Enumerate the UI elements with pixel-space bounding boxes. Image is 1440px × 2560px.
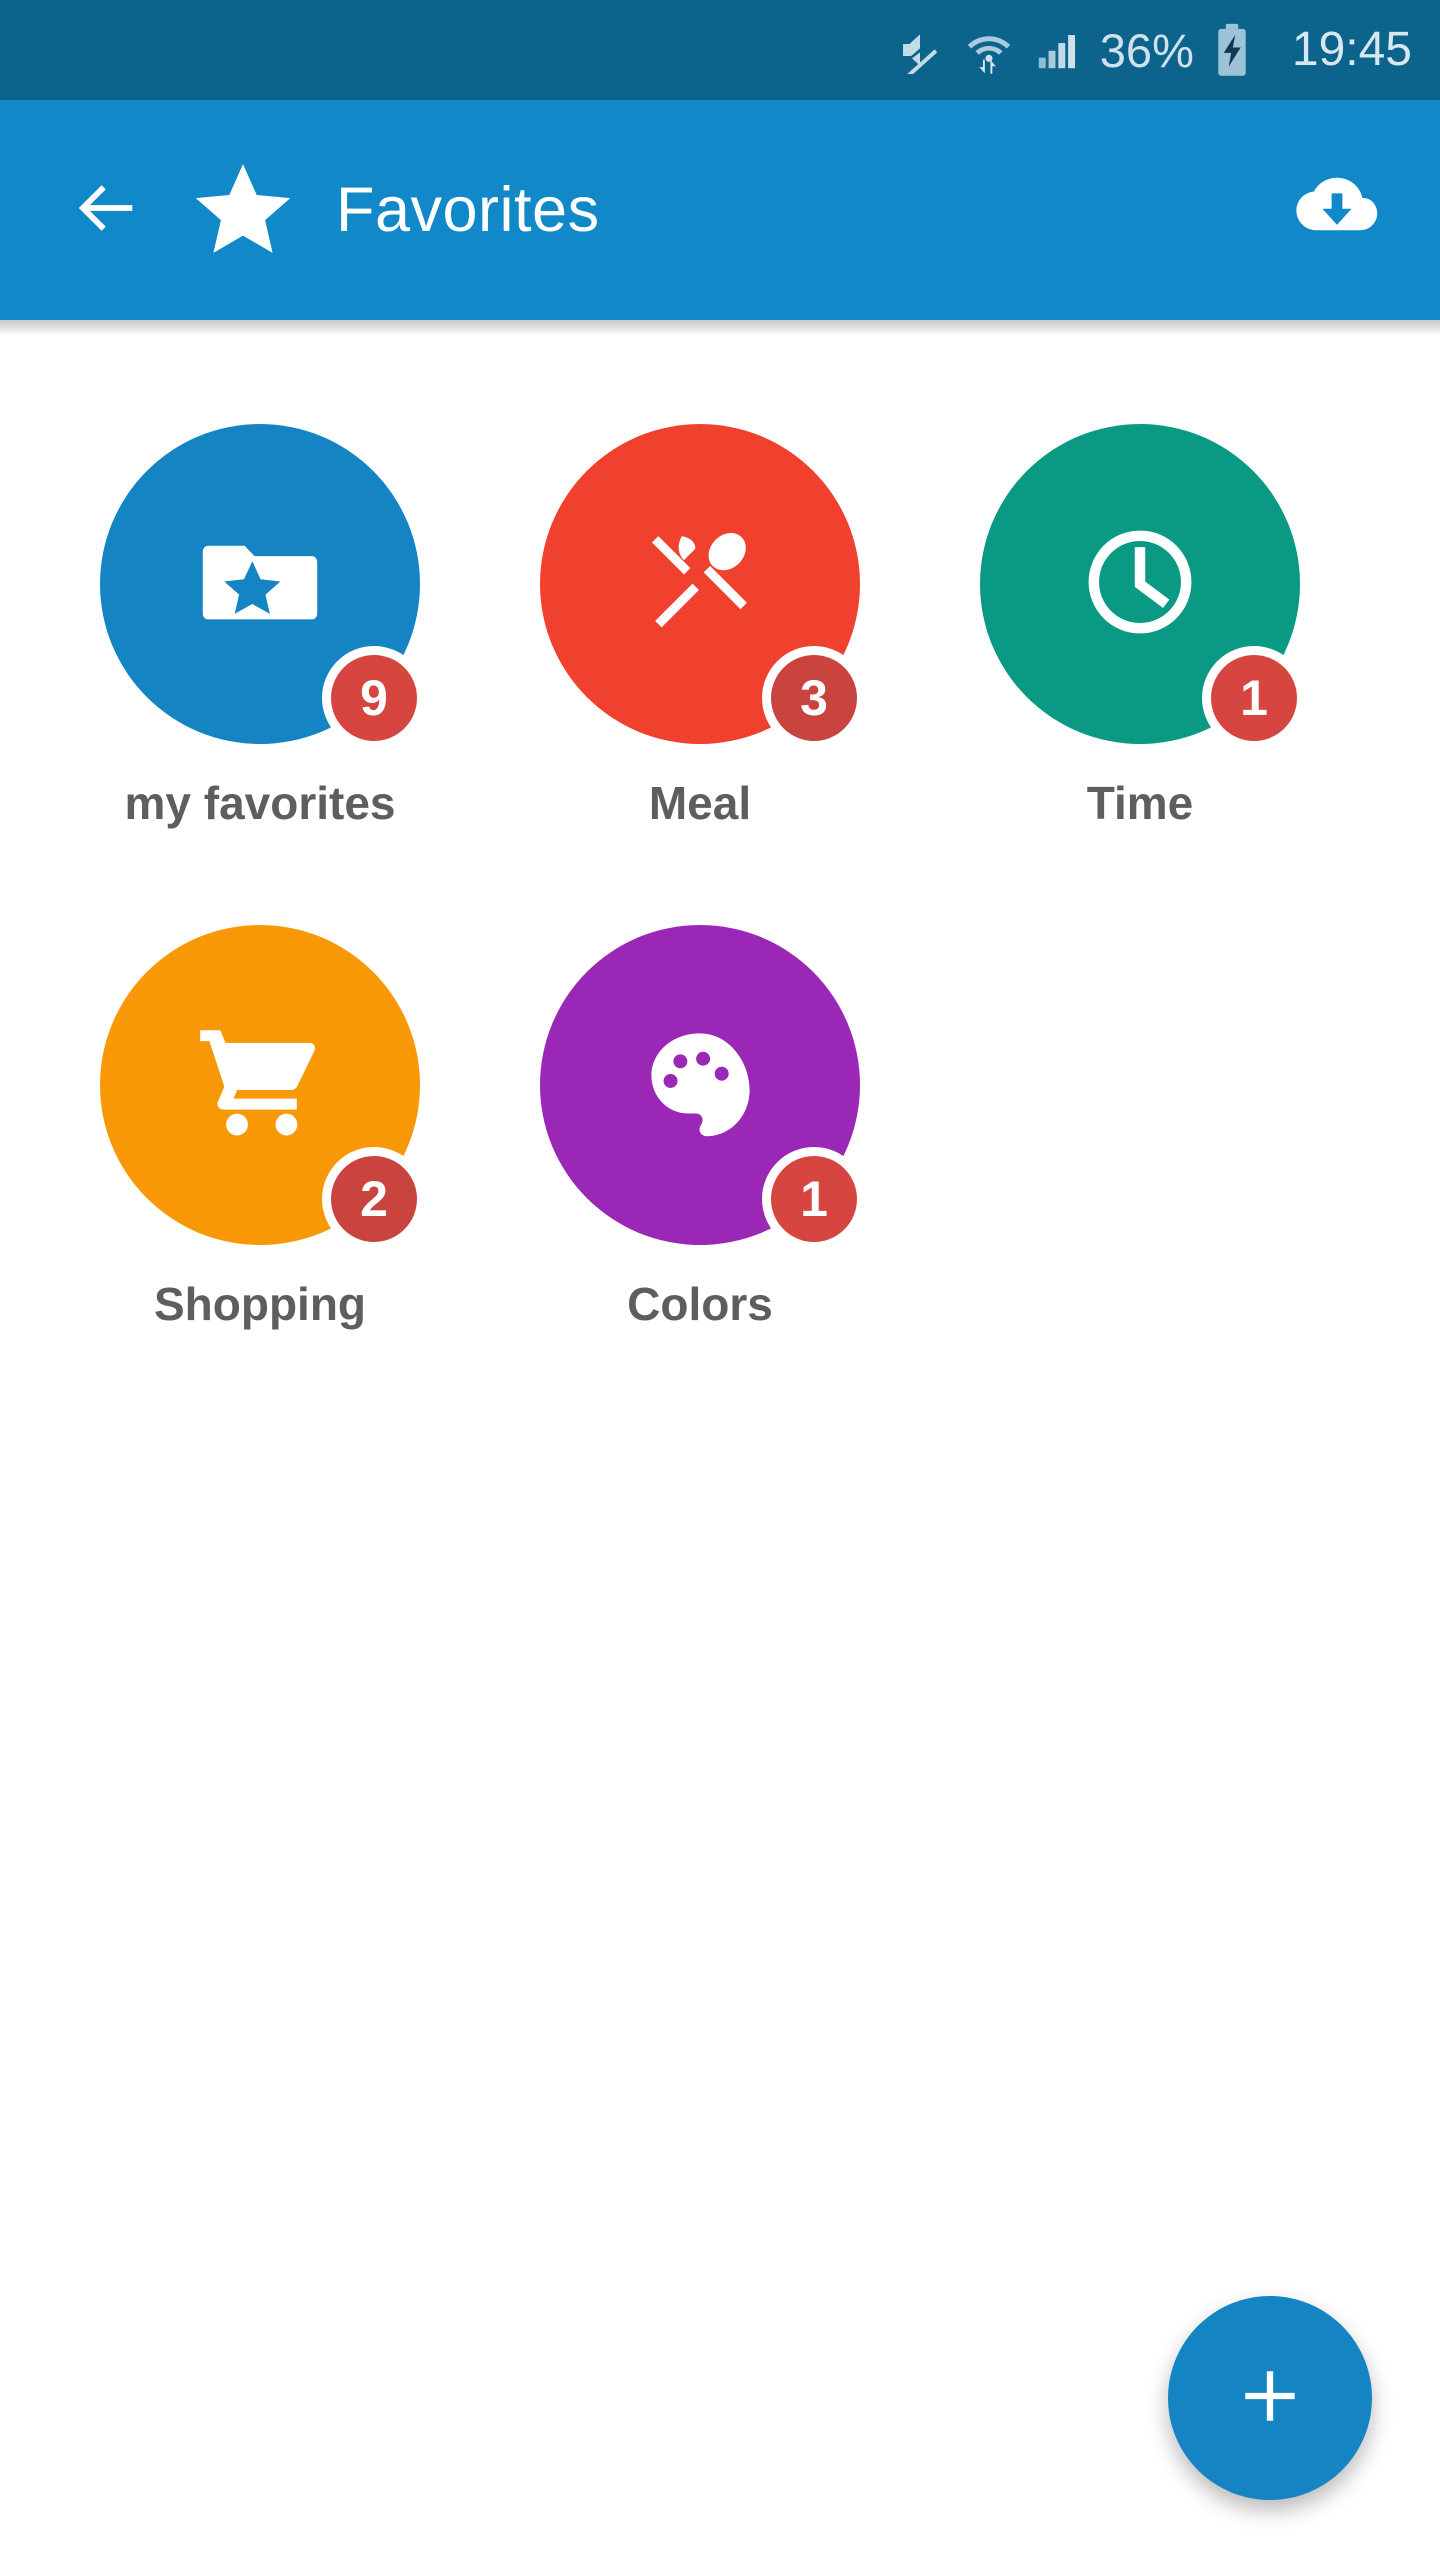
back-button[interactable] (62, 165, 152, 255)
content-area: 9 my favorites 3 Meal 1 Time 2 Shopping … (0, 336, 1440, 2560)
badge-label: 3 (800, 670, 828, 726)
grid-item-label: Shopping (153, 1277, 367, 1330)
download-button[interactable] (1282, 155, 1392, 265)
circle-wrapper: 1 (540, 924, 866, 1251)
badge-label: 2 (360, 1170, 388, 1227)
badge-count: 1 (762, 1146, 866, 1251)
grid-item-time[interactable]: 1 Time (920, 424, 1360, 829)
badge-label: 1 (1240, 670, 1268, 726)
badge-count: 2 (322, 1146, 426, 1251)
clock-icon (1074, 516, 1206, 653)
battery-percent-label: 36% (1099, 23, 1194, 77)
mute-icon (896, 26, 944, 74)
grid-item-label: Meal (648, 777, 752, 829)
app-screen: 36% 19:45 Favorites 9 my favorites 3 Mea… (0, 0, 1440, 2560)
badge-count: 3 (762, 646, 866, 750)
plus-icon (1232, 2358, 1308, 2439)
status-bar-icons: 36% 19:45 (896, 23, 1412, 77)
wifi-data-icon (964, 25, 1014, 75)
grid-item-label: Time (1086, 777, 1194, 829)
badge-label: 1 (800, 1170, 828, 1227)
grid-item-colors[interactable]: 1 Colors (480, 924, 920, 1330)
page-title: Favorites (336, 174, 600, 245)
status-bar-clock: 19:45 (1291, 23, 1412, 76)
grid-item-my-favorites[interactable]: 9 my favorites (40, 424, 480, 829)
add-button[interactable] (1168, 2296, 1372, 2500)
battery-charging-icon (1214, 23, 1250, 77)
folder-star-icon (194, 516, 326, 653)
circle-wrapper: 2 (100, 924, 426, 1251)
badge-count: 1 (1202, 646, 1306, 750)
grid-item-label: Colors (627, 1277, 773, 1330)
cloud-download-icon (1291, 162, 1383, 259)
category-grid: 9 my favorites 3 Meal 1 Time 2 Shopping … (0, 336, 1440, 1329)
app-bar: Favorites (0, 100, 1440, 336)
knife-spoon-icon (636, 518, 764, 651)
grid-item-label: my favorites (124, 777, 396, 829)
status-bar: 36% 19:45 (0, 0, 1440, 100)
arrow-left-icon (69, 170, 145, 251)
badge-label: 9 (360, 670, 388, 726)
circle-wrapper: 1 (980, 424, 1306, 750)
favorites-star-icon (190, 157, 296, 263)
circle-wrapper: 3 (540, 424, 866, 750)
badge-count: 9 (322, 646, 426, 750)
grid-item-meal[interactable]: 3 Meal (480, 424, 920, 829)
grid-item-shopping[interactable]: 2 Shopping (40, 924, 480, 1330)
circle-wrapper: 9 (100, 424, 426, 750)
shopping-cart-icon (191, 1013, 329, 1156)
palette-icon (638, 1020, 762, 1149)
cellular-signal-icon (1034, 27, 1080, 73)
